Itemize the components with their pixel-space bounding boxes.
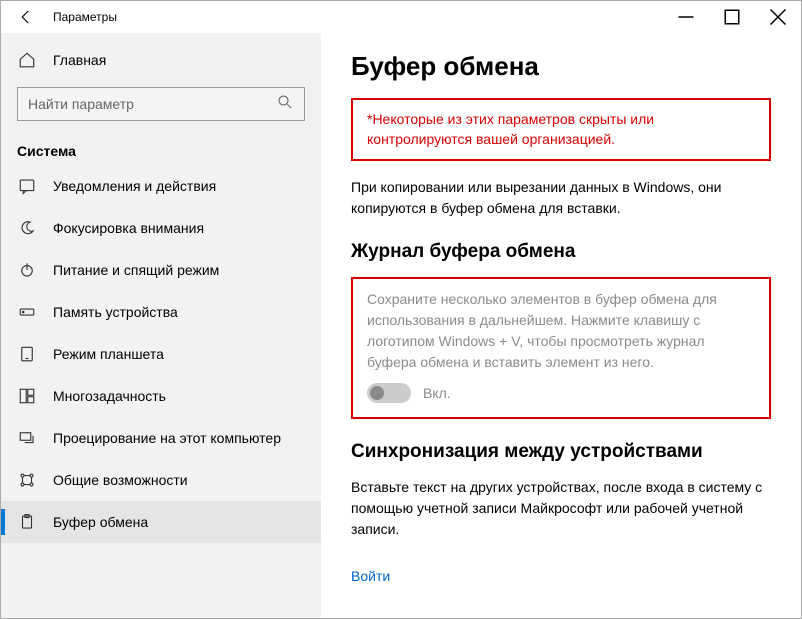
content-panel: Буфер обмена *Некоторые из этих параметр… — [321, 33, 801, 618]
window-title: Параметры — [49, 10, 663, 24]
history-toggle[interactable] — [367, 383, 411, 403]
moon-icon — [17, 219, 37, 237]
history-description: Сохраните несколько элементов в буфер об… — [367, 289, 755, 373]
sidebar-item-tablet-mode[interactable]: Режим планшета — [1, 333, 321, 375]
close-button[interactable] — [755, 1, 801, 33]
sidebar-section-label: Система — [1, 129, 321, 165]
close-icon — [769, 8, 787, 26]
sidebar-item-focus-assist[interactable]: Фокусировка внимания — [1, 207, 321, 249]
shared-icon — [17, 471, 37, 489]
power-icon — [17, 261, 37, 279]
sidebar-item-label: Общие возможности — [53, 472, 188, 488]
sidebar-item-notifications[interactable]: Уведомления и действия — [1, 165, 321, 207]
sidebar-item-multitasking[interactable]: Многозадачность — [1, 375, 321, 417]
search-field[interactable] — [17, 87, 305, 121]
sidebar-item-clipboard[interactable]: Буфер обмена — [1, 501, 321, 543]
tablet-icon — [17, 345, 37, 363]
sidebar-item-label: Питание и спящий режим — [53, 262, 219, 278]
multitask-icon — [17, 387, 37, 405]
sidebar-home-label: Главная — [53, 52, 106, 68]
sync-description: Вставьте текст на других устройствах, по… — [351, 477, 771, 540]
clipboard-intro: При копировании или вырезании данных в W… — [351, 177, 771, 219]
history-toggle-row: Вкл. — [367, 383, 755, 403]
back-button[interactable] — [17, 8, 49, 26]
sidebar-home[interactable]: Главная — [1, 41, 321, 79]
sidebar-item-power-sleep[interactable]: Питание и спящий режим — [1, 249, 321, 291]
search-icon — [276, 93, 294, 116]
history-heading: Журнал буфера обмена — [351, 241, 771, 263]
clipboard-icon — [17, 513, 37, 531]
history-toggle-label: Вкл. — [423, 385, 451, 401]
titlebar: Параметры — [1, 1, 801, 33]
sidebar-item-label: Режим планшета — [53, 346, 164, 362]
page-title: Буфер обмена — [351, 51, 771, 82]
home-icon — [17, 51, 37, 69]
sync-heading: Синхронизация между устройствами — [351, 441, 771, 463]
fade-overlay — [351, 590, 791, 618]
sidebar-item-shared-experiences[interactable]: Общие возможности — [1, 459, 321, 501]
sidebar-item-label: Многозадачность — [53, 388, 166, 404]
maximize-button[interactable] — [709, 1, 755, 33]
policy-notice-box: *Некоторые из этих параметров скрыты или… — [351, 98, 771, 161]
sidebar-item-label: Проецирование на этот компьютер — [53, 430, 281, 446]
projecting-icon — [17, 429, 37, 447]
sidebar-item-label: Уведомления и действия — [53, 178, 216, 194]
main-area: Главная Система Уведомления и действия Ф… — [1, 33, 801, 618]
policy-notice-text: *Некоторые из этих параметров скрыты или… — [367, 110, 755, 149]
sidebar-item-label: Память устройства — [53, 304, 178, 320]
history-disabled-box: Сохраните несколько элементов в буфер об… — [351, 277, 771, 419]
minimize-icon — [677, 8, 695, 26]
storage-icon — [17, 303, 37, 321]
sidebar-item-storage[interactable]: Память устройства — [1, 291, 321, 333]
sidebar-item-projecting[interactable]: Проецирование на этот компьютер — [1, 417, 321, 459]
maximize-icon — [723, 8, 741, 26]
message-icon — [17, 177, 37, 195]
signin-link[interactable]: Войти — [351, 568, 390, 584]
search-input[interactable] — [28, 96, 276, 112]
minimize-button[interactable] — [663, 1, 709, 33]
sidebar: Главная Система Уведомления и действия Ф… — [1, 33, 321, 618]
sidebar-item-label: Фокусировка внимания — [53, 220, 204, 236]
back-arrow-icon — [17, 8, 35, 26]
sidebar-item-label: Буфер обмена — [53, 514, 148, 530]
